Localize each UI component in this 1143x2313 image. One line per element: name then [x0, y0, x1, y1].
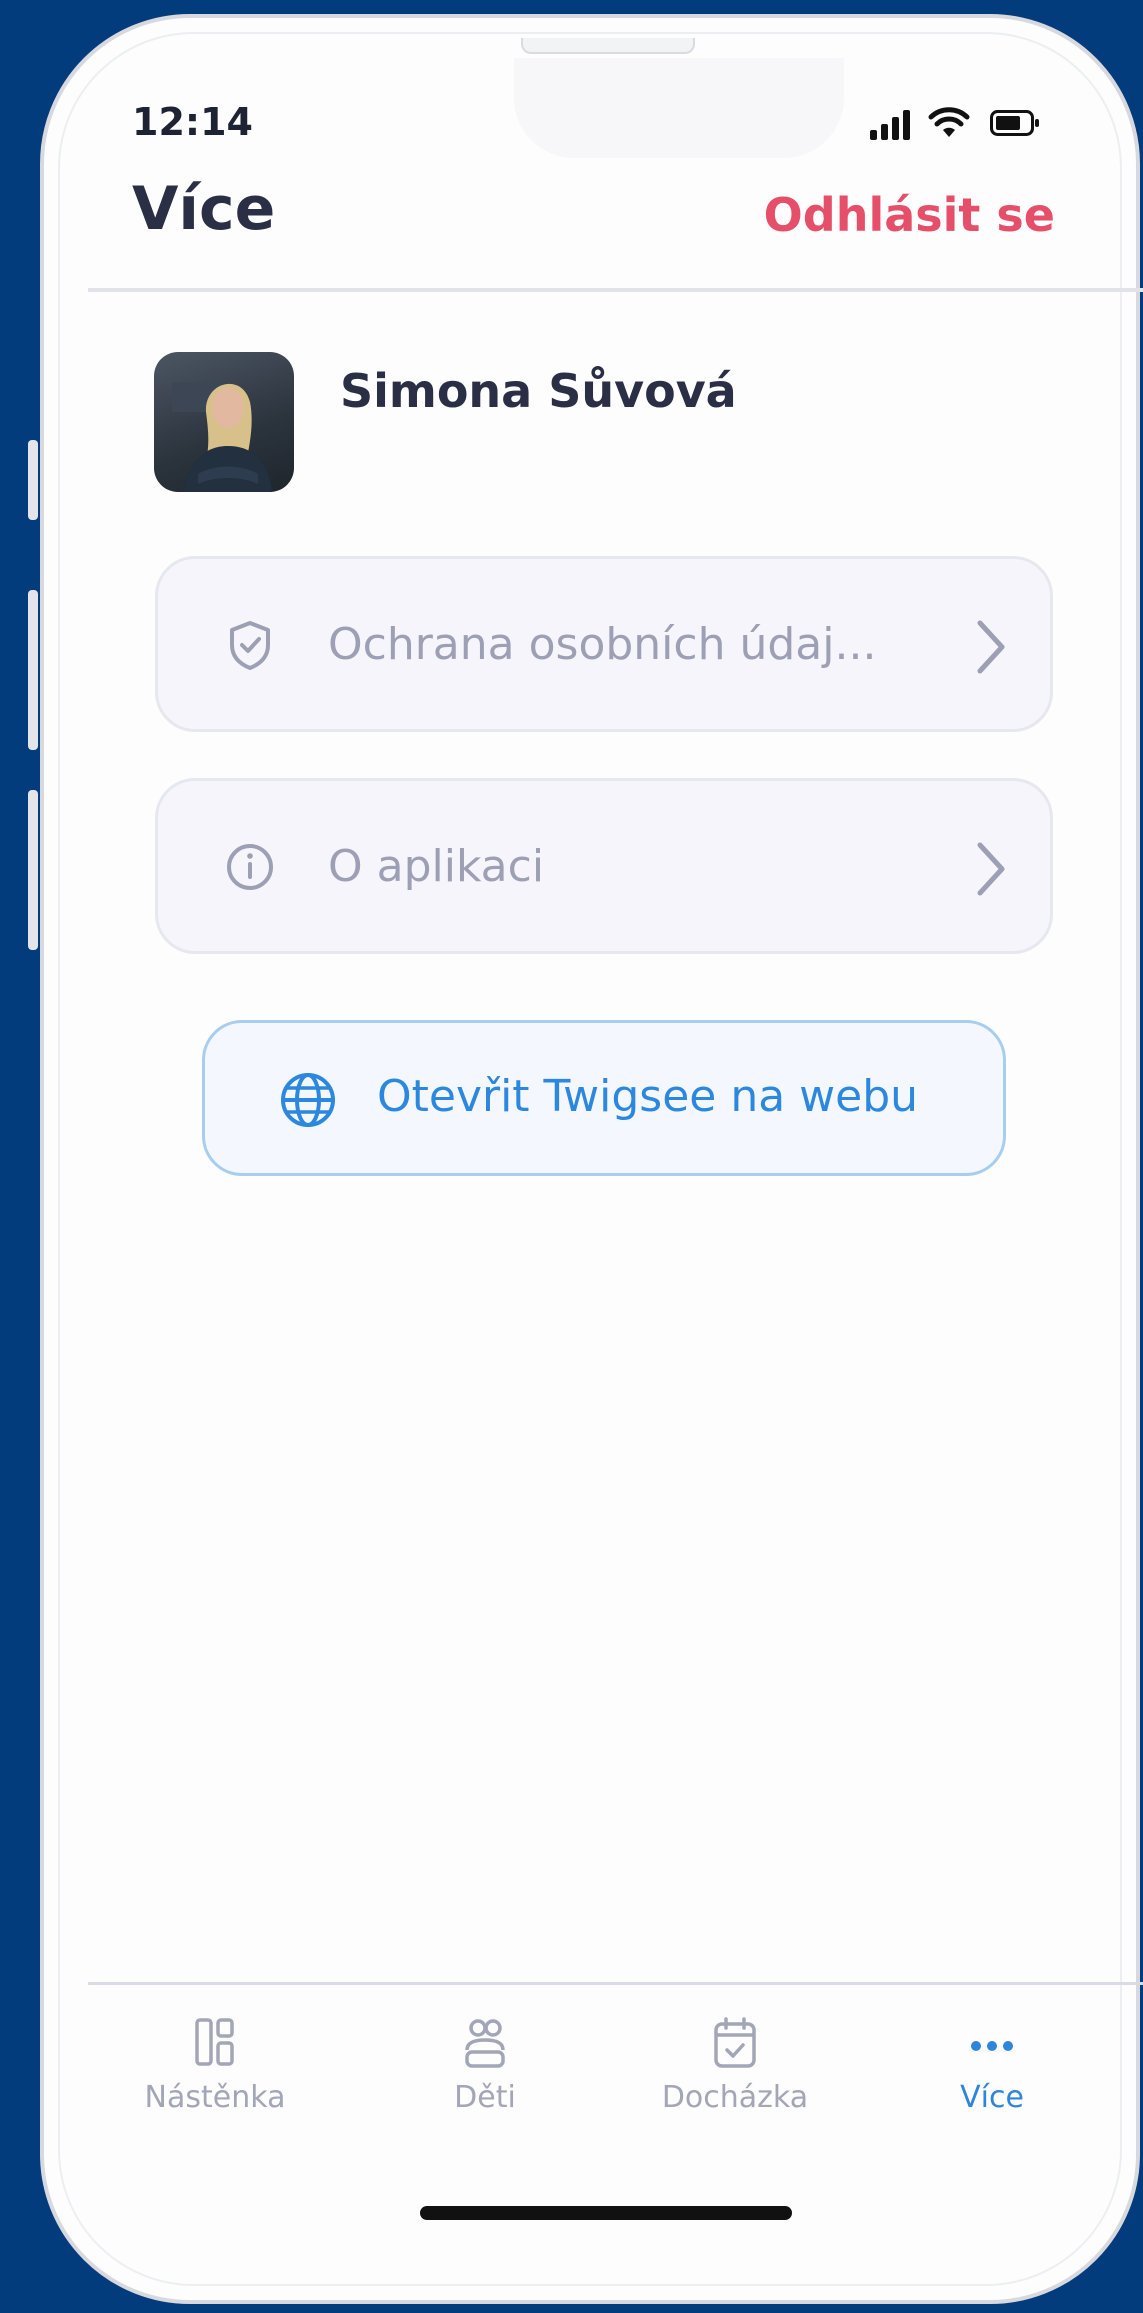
globe-icon [281, 1073, 335, 1127]
avatar [154, 352, 294, 492]
tab-attendance[interactable]: Docházka [630, 2010, 840, 2130]
tab-label: Děti [454, 2080, 516, 2115]
speaker-grille [521, 38, 695, 54]
volume-down-button [28, 790, 38, 950]
mute-switch [28, 440, 38, 520]
user-name: Simona Sůvová [340, 364, 737, 418]
dashboard-icon [195, 2018, 234, 2066]
status-time: 12:14 [132, 100, 253, 144]
open-web-label: Otevřit Twigsee na webu [377, 1071, 919, 1122]
chevron-right-icon [977, 842, 1005, 896]
notch [514, 58, 844, 158]
tab-label: Nástěnka [144, 2080, 286, 2115]
status-icons [870, 106, 1080, 140]
tab-more[interactable]: Více [887, 2010, 1097, 2130]
header-divider [88, 288, 1143, 292]
tab-dashboard[interactable]: Nástěnka [110, 2010, 320, 2130]
page-title: Více [132, 174, 276, 244]
more-dots-icon [971, 2041, 1013, 2051]
volume-up-button [28, 590, 38, 750]
tab-label: Docházka [661, 2080, 809, 2115]
info-icon [227, 844, 273, 890]
menu-item-label: Ochrana osobních údaj... [328, 619, 877, 670]
shield-check-icon [230, 621, 270, 670]
tab-label: Více [960, 2080, 1024, 2115]
menu-item-about[interactable]: O aplikaci [155, 778, 1053, 954]
battery-icon [990, 110, 1039, 136]
open-web-button[interactable]: Otevřit Twigsee na webu [202, 1020, 1006, 1176]
chevron-right-icon [977, 620, 1005, 674]
calendar-check-icon [714, 2017, 756, 2068]
menu-item-privacy[interactable]: Ochrana osobních údaj... [155, 556, 1053, 732]
profile-photo [172, 382, 272, 492]
home-indicator[interactable] [420, 2206, 792, 2220]
tab-children[interactable]: Děti [380, 2010, 590, 2130]
logout-button[interactable]: Odhlásit se [764, 188, 1055, 242]
menu-item-label: O aplikaci [328, 841, 545, 892]
tabbar-divider [88, 1982, 1143, 1985]
wifi-icon [928, 107, 970, 137]
children-icon [465, 2019, 505, 2068]
